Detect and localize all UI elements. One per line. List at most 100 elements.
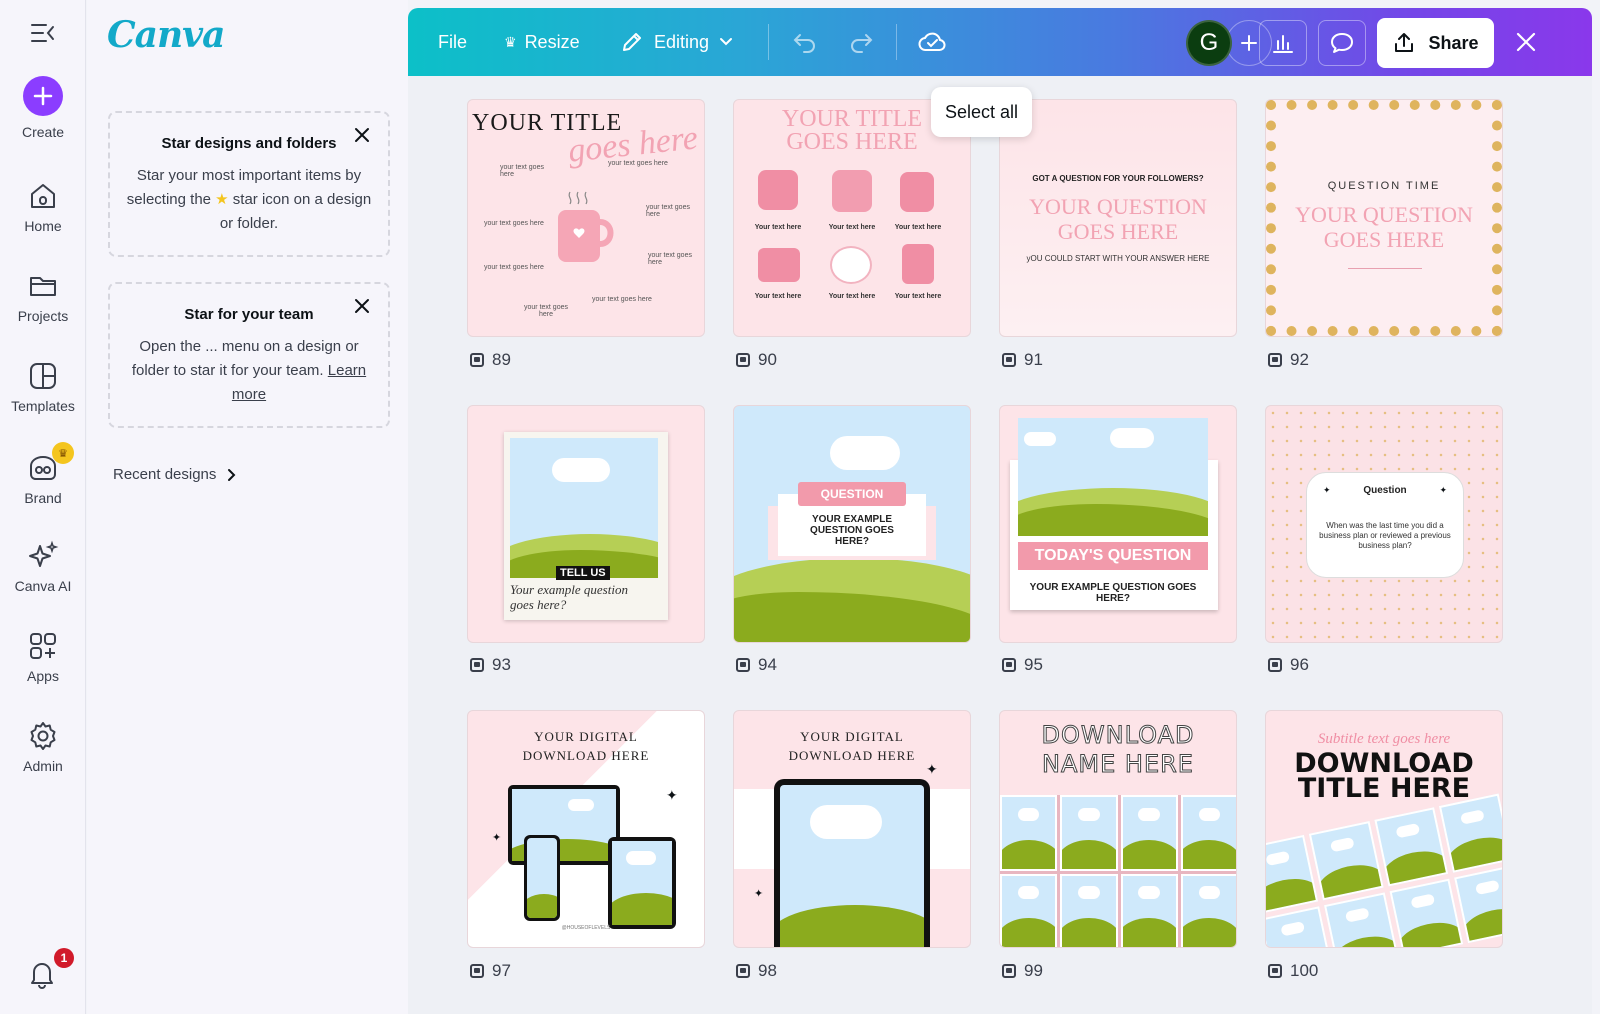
close-icon[interactable] xyxy=(1514,30,1538,54)
resize-button[interactable]: ♛ Resize xyxy=(504,8,580,76)
tooltip-label: Select all xyxy=(945,101,1019,122)
editing-mode-dropdown[interactable]: Editing xyxy=(620,8,733,76)
thumb-label: Your text here xyxy=(828,293,876,300)
thumb-label: Your text here xyxy=(894,293,942,300)
redo-button[interactable] xyxy=(848,8,874,76)
page-number: 91 xyxy=(1002,350,1043,370)
cloud-shape xyxy=(1024,432,1056,446)
page-thumbnail-95[interactable]: TODAY'S QUESTION YOUR EXAMPLE QUESTION G… xyxy=(999,405,1237,643)
page-number-label: 90 xyxy=(758,350,777,369)
page-number-label: 93 xyxy=(492,655,511,674)
rail-admin[interactable]: Admin xyxy=(0,720,86,774)
collapse-menu-icon[interactable] xyxy=(30,22,56,44)
home-icon xyxy=(31,184,55,208)
thumb-label: your text goes here xyxy=(500,164,544,178)
rail-apps[interactable]: Apps xyxy=(0,630,86,684)
select-all-tooltip[interactable]: Select all xyxy=(931,87,1033,137)
page-icon xyxy=(1268,964,1282,978)
hill-shape xyxy=(780,905,924,947)
tip-title: Star designs and folders xyxy=(161,135,337,152)
thumb-title-line: YOUR DIGITAL xyxy=(800,729,904,744)
cloud-shape xyxy=(1395,822,1420,839)
recent-designs-link[interactable]: Recent designs xyxy=(113,466,236,483)
file-label: File xyxy=(438,31,468,52)
page-thumbnail-98[interactable]: YOUR DIGITAL DOWNLOAD HERE ✦ ✦ xyxy=(733,710,971,948)
landscape-tile xyxy=(1266,834,1319,914)
page-thumbnail-99[interactable]: DOWNLOAD NAME HERE xyxy=(999,710,1237,948)
thumb-question: YOUR EXAMPLE QUESTION GOES HERE? xyxy=(1029,582,1197,604)
page-number: 90 xyxy=(736,350,777,370)
music-player-icon xyxy=(900,172,934,212)
page-number-label: 100 xyxy=(1290,961,1319,980)
page-icon xyxy=(736,353,750,367)
rail-create[interactable]: Create xyxy=(0,76,86,140)
landscape-tile xyxy=(1120,795,1178,871)
cloud-shape xyxy=(1138,886,1160,900)
rail-canva-ai-label: Canva AI xyxy=(14,578,72,594)
rail-home[interactable]: Home xyxy=(0,180,86,234)
cloud-shape xyxy=(1474,879,1500,896)
close-icon[interactable] xyxy=(354,298,370,314)
page-number: 89 xyxy=(470,350,511,370)
sneakers-icon xyxy=(902,244,934,284)
divider-line xyxy=(1348,268,1422,269)
cloud-shape xyxy=(1017,807,1040,821)
page-number: 95 xyxy=(1002,655,1043,675)
thumb-title: YOUR QUESTION GOES HERE xyxy=(1266,202,1502,252)
page-thumbnail-92[interactable]: QUESTION TIME YOUR QUESTION GOES HERE xyxy=(1265,99,1503,337)
comments-button[interactable] xyxy=(1318,20,1366,66)
landscape-tile xyxy=(1388,878,1463,947)
cloud-shape xyxy=(1410,893,1435,910)
canva-logo[interactable]: Canva xyxy=(107,14,225,56)
sparkle-icon: ✦ xyxy=(754,888,764,900)
file-menu-button[interactable]: File xyxy=(438,8,467,76)
page-number: 98 xyxy=(736,961,777,981)
page-thumbnail-100[interactable]: Subtitle text goes here DOWNLOAD TITLE H… xyxy=(1265,710,1503,948)
rail-projects[interactable]: Projects xyxy=(0,270,86,324)
undo-button[interactable] xyxy=(792,8,818,76)
page-thumbnail-89[interactable]: YOUR TITLE goes here your text goes here… xyxy=(467,99,705,337)
page-thumbnail-91[interactable]: GOT A QUESTION FOR YOUR FOLLOWERS? YOUR … xyxy=(999,99,1237,337)
landscape-tile xyxy=(1180,795,1236,871)
rail-templates[interactable]: Templates xyxy=(0,360,86,414)
cloud-shape xyxy=(1330,836,1356,853)
page-thumbnail-96[interactable]: Question ✦ ✦ When was the last time you … xyxy=(1265,405,1503,643)
page-number-label: 96 xyxy=(1290,655,1309,674)
thumb-credit: @HOUSEOFLEVELS xyxy=(561,925,611,931)
screen-image xyxy=(780,785,924,947)
resize-label: Resize xyxy=(524,31,580,52)
rail-brand-label: Brand xyxy=(24,490,62,506)
sparkle-icon: ✦ xyxy=(492,832,502,844)
page-icon xyxy=(1268,658,1282,672)
rail-create-label: Create xyxy=(21,124,65,140)
close-icon[interactable] xyxy=(354,127,370,143)
page-icon xyxy=(470,964,484,978)
create-plus-icon[interactable] xyxy=(23,76,63,116)
share-button[interactable]: Share xyxy=(1377,18,1494,68)
landscape-tile xyxy=(1453,864,1502,944)
page-thumbnail-97[interactable]: YOUR DIGITAL DOWNLOAD HERE ✦ ✦ @HOUSEOFL… xyxy=(467,710,705,948)
hill-shape xyxy=(1266,944,1334,947)
thumb-question-line: goes here? xyxy=(510,597,567,612)
hill-shape xyxy=(612,893,672,925)
save-status-button[interactable] xyxy=(918,8,946,76)
thumb-title: YOUR QUESTION GOES HERE xyxy=(1000,194,1236,244)
rail-brand[interactable]: ♛ Brand xyxy=(0,442,86,506)
page-icon xyxy=(736,658,750,672)
bell-icon[interactable] xyxy=(26,958,58,990)
landscape-tile xyxy=(1000,873,1058,947)
user-avatar[interactable]: G xyxy=(1186,20,1232,66)
page-icon xyxy=(1002,658,1016,672)
thumb-title: YOUR DIGITAL DOWNLOAD HERE xyxy=(468,727,704,765)
hill-shape xyxy=(1182,918,1236,947)
page-thumbnail-93[interactable]: TELL US Your example question goes here? xyxy=(467,405,705,643)
thumb-title-line: DOWNLOAD HERE xyxy=(522,748,650,763)
cloud-shape xyxy=(1017,886,1040,900)
rail-canva-ai[interactable]: Canva AI xyxy=(0,540,86,594)
insights-button[interactable] xyxy=(1259,20,1307,66)
cloud-shape xyxy=(568,799,594,811)
page-thumbnail-94[interactable]: YOUR EXAMPLE QUESTION GOES HERE? QUESTIO… xyxy=(733,405,971,643)
thumb-title-line: GOES HERE xyxy=(1323,227,1445,252)
hill-shape xyxy=(1328,930,1399,947)
cloud-shape xyxy=(1280,920,1306,937)
